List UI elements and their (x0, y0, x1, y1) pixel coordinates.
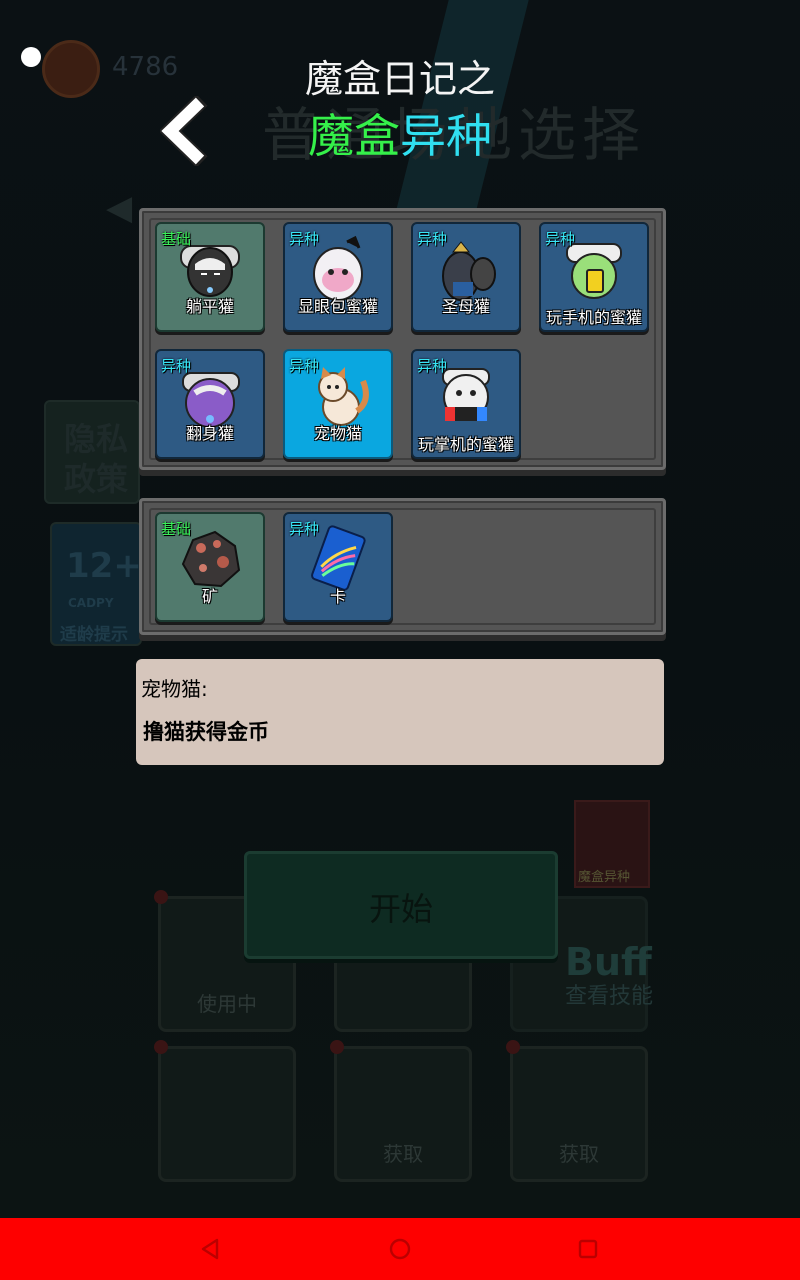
slot-in-use-label: 使用中 (197, 992, 257, 1016)
item-card[interactable]: 基础矿 (155, 512, 265, 622)
description-body: 撸猫获得金币 (143, 720, 269, 744)
magic-box-label: 魔盒异种 (578, 870, 631, 885)
age-note: 适龄提示 (60, 625, 128, 645)
slot-get-label: 获取 (559, 1142, 599, 1166)
character-card[interactable]: 异种翻身獾 (155, 349, 265, 459)
start-label: 开始 (368, 890, 433, 928)
mode-title: 魔盒日记之 (304, 57, 495, 101)
card-name: 翻身獾 (185, 424, 234, 443)
policy-label: 政策 (64, 460, 129, 498)
card-name: 矿 (201, 587, 218, 606)
item-card[interactable]: 异种卡 (283, 512, 393, 622)
square-recents-icon[interactable] (573, 1234, 603, 1264)
card-name: 宠物猫 (313, 424, 362, 443)
view-skills-label: 查看技能 (565, 984, 654, 1009)
speaker-icon: ◀ (106, 188, 133, 228)
notification-dot (506, 1040, 520, 1054)
card-name: 躺平獾 (185, 297, 234, 316)
start-button[interactable]: 开始 (244, 851, 558, 959)
card-name: 玩手机的蜜獾 (545, 308, 642, 327)
character-card[interactable]: 异种圣母獾 (411, 222, 521, 332)
card-name: 显眼包蜜獾 (297, 297, 378, 316)
character-card[interactable]: 基础躺平獾 (155, 222, 265, 332)
card-tag: 异种 (417, 230, 448, 248)
notification-dot (154, 1040, 168, 1054)
slot-get-label: 获取 (383, 1142, 423, 1166)
card-name: 圣母獾 (441, 297, 490, 316)
card-tag: 异种 (289, 520, 320, 538)
system-navbar (0, 1218, 800, 1280)
card-tag: 基础 (161, 230, 192, 248)
mode-subtitle-green: 魔盒 (308, 109, 400, 163)
character-card[interactable]: 异种显眼包蜜獾 (283, 222, 393, 332)
card-tag: 异种 (545, 230, 576, 248)
notification-dot (154, 890, 168, 904)
triangle-back-icon[interactable] (195, 1234, 225, 1264)
description-title: 宠物猫: (141, 677, 208, 701)
mode-subtitle-cyan: 异种 (400, 109, 492, 163)
notification-dot (330, 1040, 344, 1054)
card-tag: 异种 (289, 230, 320, 248)
skin-slot-6: 获取 (510, 1046, 648, 1182)
card-tag: 基础 (161, 520, 192, 538)
age-rating-sub: CADPY (68, 596, 114, 610)
character-card[interactable]: 异种 玩手机的蜜獾 (539, 222, 649, 332)
skin-slot-4 (158, 1046, 296, 1182)
card-name: 玩掌机的蜜獾 (417, 435, 514, 454)
age-rating: 12+ (66, 546, 142, 586)
privacy-panel: 隐私 政策 (44, 400, 140, 504)
character-card[interactable]: 异种宠物猫 (283, 349, 393, 459)
card-tag: 异种 (417, 357, 448, 375)
card-name: 卡 (329, 587, 346, 606)
description-box: 宠物猫: 撸猫获得金币 (136, 659, 664, 765)
circle-home-icon[interactable] (385, 1234, 415, 1264)
mode-subtitle: 魔盒异种 (0, 100, 800, 166)
character-card[interactable]: 异种 玩掌机的蜜獾 (411, 349, 521, 459)
skin-slot-5: 获取 (334, 1046, 472, 1182)
card-tag: 异种 (289, 357, 320, 375)
card-tag: 异种 (161, 357, 192, 375)
age-rating-badge: 12+ CADPY 适龄提示 (50, 522, 142, 646)
